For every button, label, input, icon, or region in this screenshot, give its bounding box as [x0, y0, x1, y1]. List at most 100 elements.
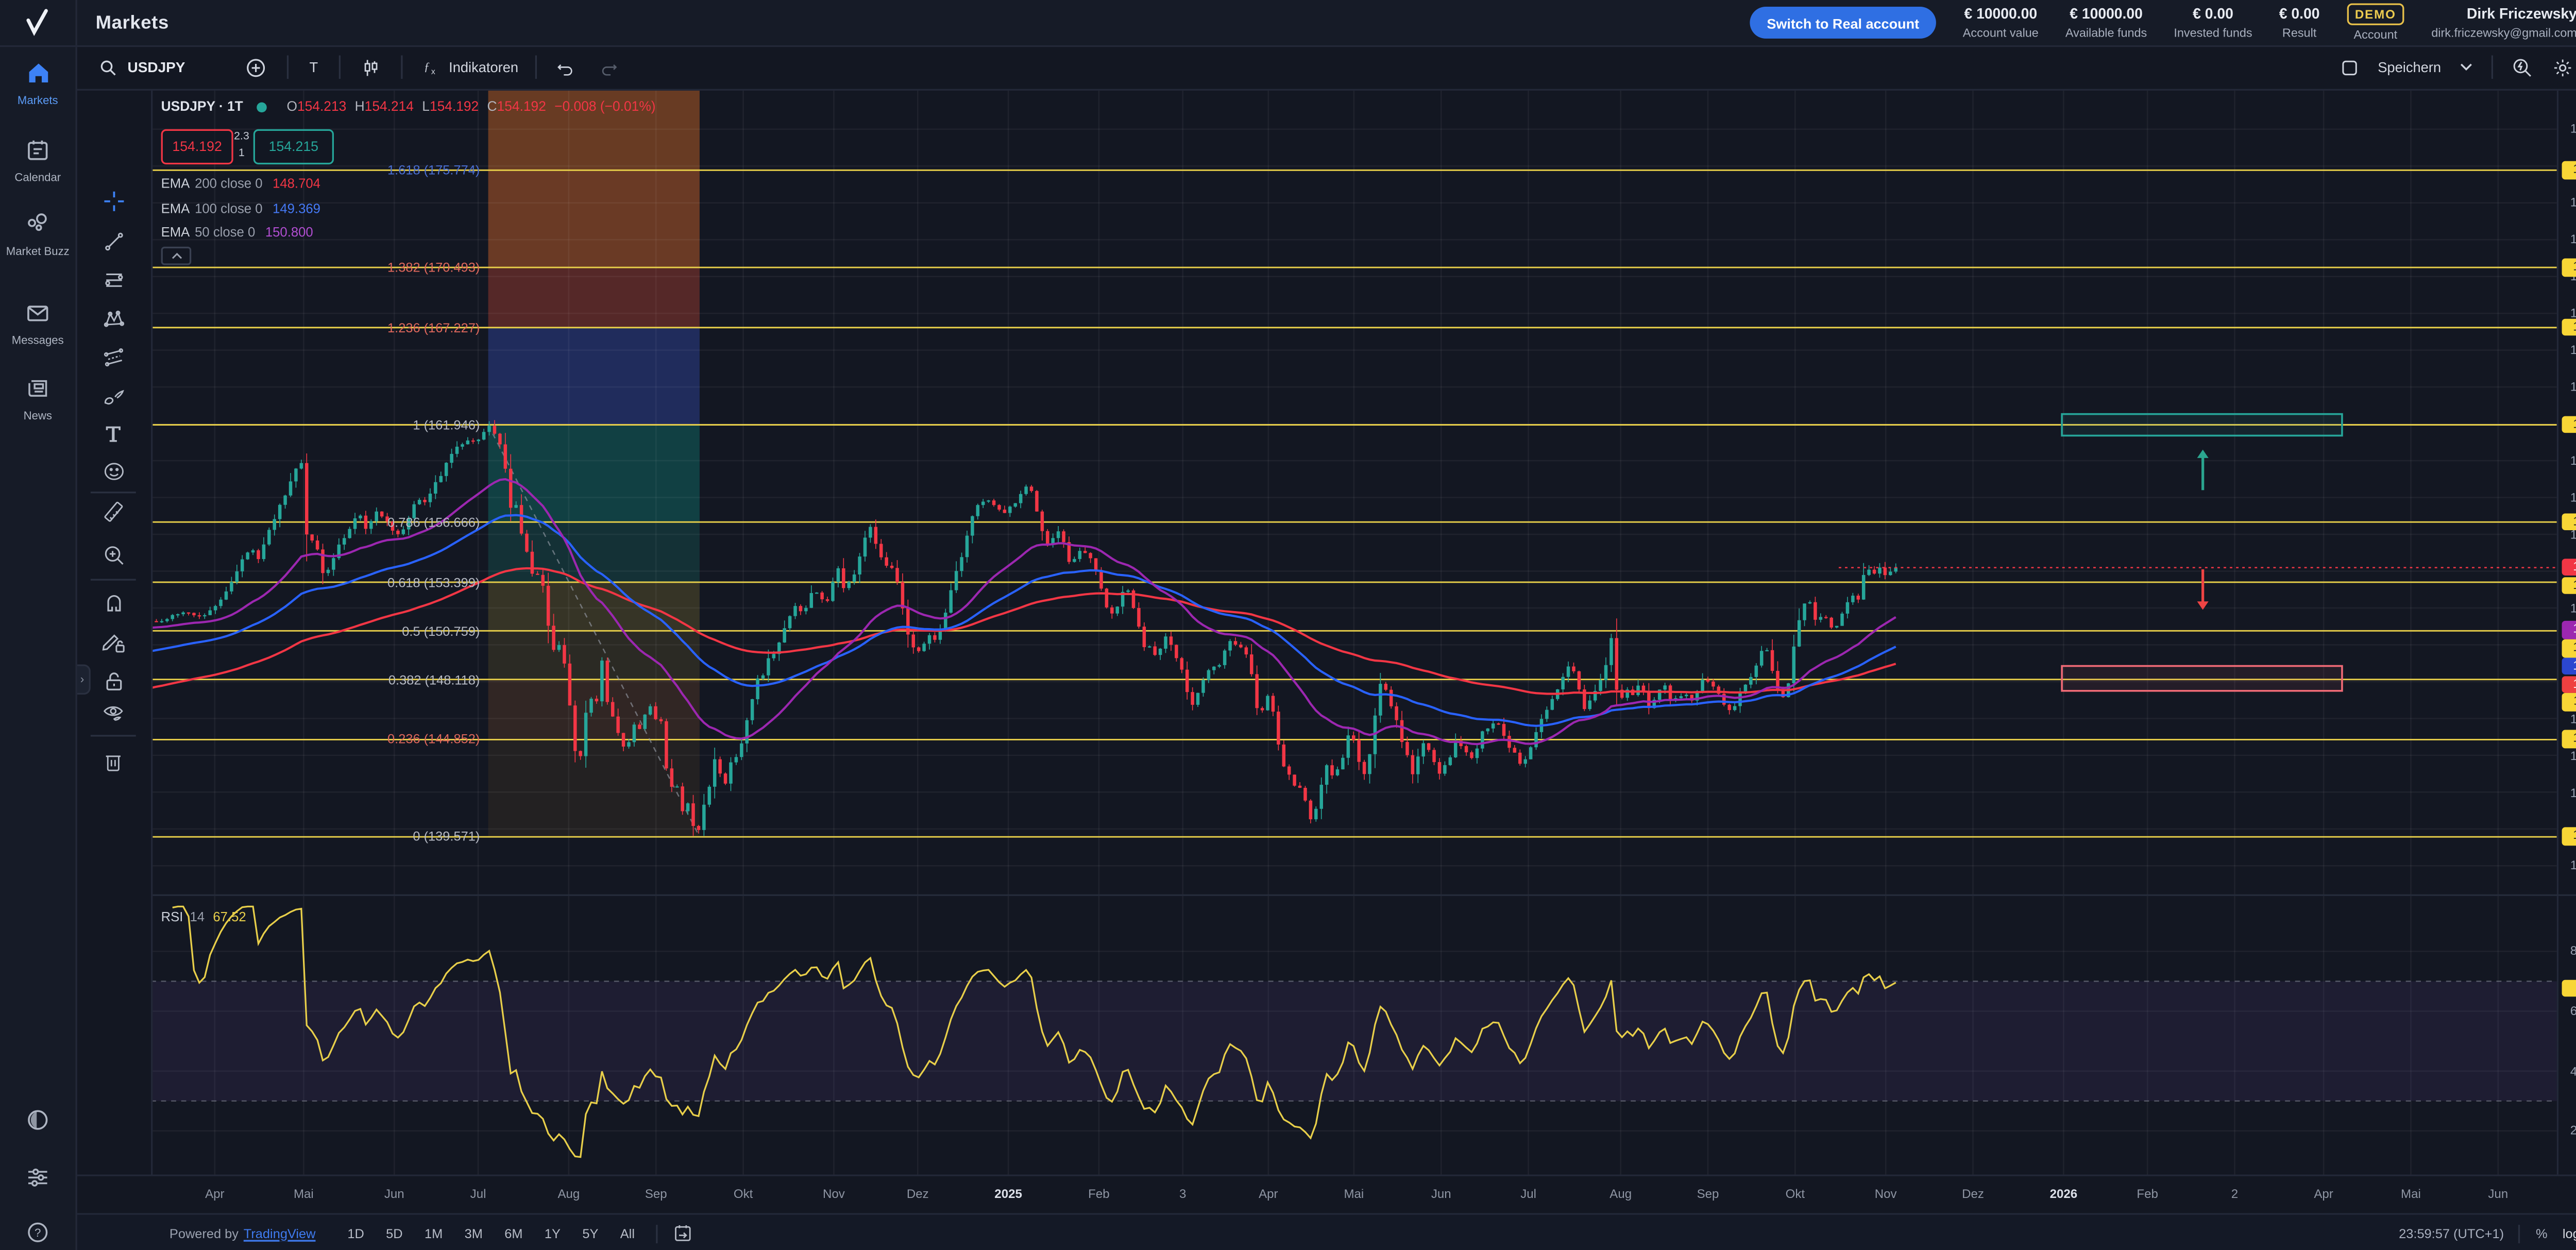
parallel-channel-tool-icon[interactable] [76, 346, 151, 369]
time-axis-label: Mai [1344, 1186, 1364, 1201]
undo-icon[interactable] [555, 58, 575, 76]
home-icon [24, 60, 51, 86]
ema-50-legend[interactable]: EMA50 close 0150.800 [161, 225, 313, 240]
trading-platform: Markets Switch to Real account € 10000.0… [0, 0, 2576, 1250]
envelope-icon [25, 300, 50, 326]
time-axis-label: Mai [294, 1186, 314, 1201]
range-button-all[interactable]: All [614, 1222, 641, 1244]
time-axis-label: Aug [1609, 1186, 1632, 1201]
quick-search-flash-icon[interactable] [2512, 56, 2533, 78]
buy-button[interactable]: 154.215 [253, 129, 334, 164]
time-axis-label: 3 [1179, 1186, 1186, 1201]
time-axis-label: Okt [734, 1186, 753, 1201]
toolbar-collapse-handle[interactable]: › [76, 665, 91, 695]
help-icon[interactable]: ? [0, 1220, 76, 1250]
switch-to-real-account-button[interactable]: Switch to Real account [1750, 7, 1936, 39]
target-box[interactable] [2062, 666, 2342, 691]
price-axis[interactable]: 178.000174.000172.000170.000168.000166.0… [2557, 89, 2576, 1175]
clock-label[interactable]: 23:59:57 (UTC+1) [2399, 1226, 2504, 1241]
log-scale-button[interactable]: log [2563, 1226, 2576, 1241]
xabcd-pattern-tool-icon[interactable] [76, 307, 151, 331]
chart-plot-area[interactable] [0, 0, 2576, 1250]
price-axis-badge: 148.704 [2562, 675, 2576, 693]
price-axis-label: 164.000 [2570, 379, 2576, 394]
ema-100-legend[interactable]: EMA100 close 0149.369 [161, 200, 320, 215]
top-bar: Markets Switch to Real account € 10000.0… [0, 0, 2576, 47]
price-axis-badge: 148.118 [2562, 694, 2576, 711]
layout-checkbox-icon[interactable] [2341, 58, 2360, 76]
compare-add-icon[interactable] [246, 56, 267, 78]
magnet-tool-icon[interactable] [76, 594, 151, 618]
price-axis-badge: 156.666 [2562, 513, 2576, 531]
range-button-1d[interactable]: 1D [341, 1222, 371, 1244]
theme-contrast-icon[interactable] [0, 1107, 76, 1141]
range-button-5y[interactable]: 5Y [575, 1222, 605, 1244]
bubbles-icon [25, 211, 50, 237]
save-chevron-down-icon[interactable] [2460, 62, 2473, 72]
range-button-3m[interactable]: 3M [458, 1222, 489, 1244]
indicators-button[interactable]: Indikatoren [449, 59, 518, 76]
sell-button[interactable]: 154.192 [161, 129, 233, 164]
remove-drawings-trash-icon[interactable] [76, 750, 151, 774]
time-axis-label: Nov [1875, 1186, 1897, 1201]
trend-line-tool-icon[interactable] [76, 230, 151, 254]
chart-settings-gear-icon[interactable] [2552, 56, 2573, 78]
rsi-legend[interactable]: RSI1467.52 [161, 909, 246, 924]
interval-button[interactable]: T [309, 59, 318, 76]
invested-funds-stat: € 0.00 Invested funds [2174, 6, 2252, 40]
sidebar-item-calendar[interactable]: Calendar [0, 138, 76, 187]
range-button-6m[interactable]: 6M [498, 1222, 529, 1244]
text-tool-icon[interactable] [76, 423, 151, 445]
range-button-5d[interactable]: 5D [379, 1222, 410, 1244]
account-type[interactable]: DEMO Account [2347, 3, 2405, 43]
price-axis-label: 138.000 [2570, 858, 2576, 873]
fib-retracement-tool-icon[interactable] [76, 268, 151, 292]
newspaper-icon [25, 376, 50, 401]
demo-badge: DEMO [2347, 3, 2405, 25]
symbol-search-icon[interactable] [99, 58, 117, 76]
go-to-date-icon[interactable] [673, 1223, 693, 1243]
user-info[interactable]: Dirk Friczewsky dirk.friczewsky@gmail.co… [2431, 6, 2576, 40]
brush-tool-icon[interactable] [76, 384, 151, 408]
zoom-in-tool-icon[interactable] [76, 544, 151, 567]
chart-type-candles-icon[interactable] [360, 56, 380, 78]
price-axis-label: 160.000 [2570, 453, 2576, 468]
available-funds-stat: € 10000.00 Available funds [2065, 6, 2147, 40]
time-axis-label: Okt [1786, 1186, 1805, 1201]
legend-high: 154.214 [365, 99, 414, 114]
sidebar-item-markets[interactable]: Markets [0, 60, 76, 109]
symbol-search-input[interactable]: USDJPY [127, 59, 185, 76]
emoji-tool-icon[interactable] [76, 460, 151, 483]
page-title: Markets [96, 12, 169, 32]
tradingview-link[interactable]: TradingView [244, 1226, 316, 1241]
drawing-mode-pencil-lock-icon[interactable] [76, 629, 151, 654]
measure-ruler-tool-icon[interactable] [76, 502, 151, 526]
indicators-fx-icon[interactable]: ƒx [419, 56, 443, 78]
sidebar-item-market-buzz[interactable]: Market Buzz [0, 211, 76, 260]
range-button-1y[interactable]: 1Y [538, 1222, 567, 1244]
percent-scale-button[interactable]: % [2536, 1226, 2548, 1241]
ema-200-legend[interactable]: EMA200 close 0148.704 [161, 176, 320, 191]
hide-drawings-eye-icon[interactable] [76, 701, 151, 725]
legend-change: −0.008 (−0.01%) [554, 99, 655, 114]
sidebar-item-news[interactable]: News [0, 376, 76, 425]
left-sidebar: Markets Calendar Market Buzz Messages Ne… [0, 45, 77, 1250]
time-axis-label: Feb [1088, 1186, 1110, 1201]
redo-icon[interactable] [599, 58, 619, 76]
legend-collapse-button[interactable] [161, 247, 192, 265]
ohlc-legend[interactable]: USDJPY · 1T O154.213 H154.214 L154.192 C… [161, 99, 656, 114]
price-axis-badge: 150.800 [2562, 621, 2576, 638]
settings-sliders-icon[interactable] [0, 1164, 76, 1198]
brand-logo-icon[interactable] [0, 0, 77, 45]
time-axis-label: Feb [2137, 1186, 2158, 1201]
ema-line[interactable] [151, 479, 1896, 744]
time-axis-label: Jun [1431, 1186, 1451, 1201]
range-button-1m[interactable]: 1M [418, 1222, 449, 1244]
target-box[interactable] [2062, 414, 2342, 436]
sidebar-item-messages[interactable]: Messages [0, 300, 76, 349]
crosshair-tool-icon[interactable] [76, 190, 151, 213]
save-button[interactable]: Speichern [2378, 59, 2441, 76]
time-axis[interactable]: AprMaiJunJulAugSepOktNovDez2025Feb3AprMa… [76, 1174, 2576, 1214]
svg-text:?: ? [35, 1226, 41, 1239]
pane-separator[interactable] [76, 894, 2576, 896]
